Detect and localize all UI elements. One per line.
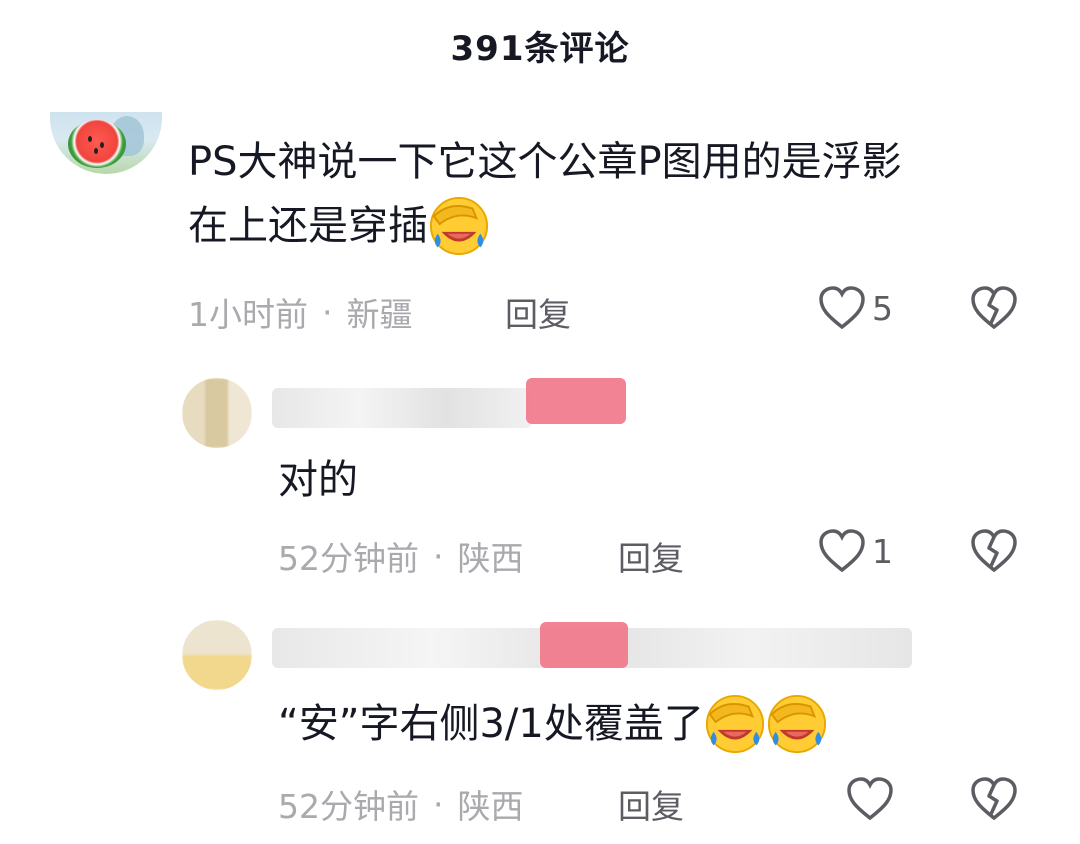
like-count: 5 <box>872 288 893 328</box>
avatar[interactable] <box>182 620 252 690</box>
comment-meta: 52分钟前 · 陕西 <box>278 780 524 828</box>
comment-count-title: 391条评论 <box>450 28 630 69</box>
reply-button[interactable]: 回复 <box>618 532 684 580</box>
user-badge <box>526 378 626 424</box>
meta-separator: · <box>322 292 333 332</box>
like-count: 1 <box>872 531 893 571</box>
broken-heart-icon <box>971 777 1017 821</box>
broken-heart-icon <box>971 286 1017 330</box>
broken-heart-icon <box>971 529 1017 573</box>
comment-text: “安”字右侧3/1处覆盖了 <box>278 692 828 756</box>
comment-location: 陕西 <box>457 787 524 826</box>
user-badge <box>540 622 628 668</box>
comment-meta: 1小时前 · 新疆 <box>188 288 413 336</box>
comments-header: 391条评论 <box>0 0 1080 90</box>
avatar[interactable] <box>182 378 252 448</box>
comment-time: 52分钟前 <box>278 787 419 826</box>
meta-separator: · <box>433 784 444 824</box>
like-button[interactable]: 1 <box>818 528 893 574</box>
like-button[interactable] <box>846 776 894 822</box>
comment-time: 1小时前 <box>188 295 308 334</box>
heart-outline-icon <box>847 777 893 821</box>
facepalm-laugh-emoji <box>705 694 764 754</box>
like-button[interactable]: 5 <box>818 285 893 331</box>
facepalm-laugh-emoji <box>429 196 489 256</box>
reply-button[interactable]: 回复 <box>618 780 684 828</box>
reply-button[interactable]: 回复 <box>505 288 571 336</box>
dislike-button[interactable] <box>970 285 1018 335</box>
avatar[interactable] <box>50 112 162 174</box>
dislike-button[interactable] <box>970 528 1018 578</box>
comment-text: PS大神说一下它这个公章P图用的是浮影 在上还是穿插 <box>188 130 902 258</box>
dislike-button[interactable] <box>970 776 1018 826</box>
comment-time: 52分钟前 <box>278 539 419 578</box>
comment-location: 陕西 <box>457 539 524 578</box>
heart-outline-icon <box>819 286 865 330</box>
comment-text-line: PS大神说一下它这个公章P图用的是浮影 <box>188 139 902 185</box>
meta-separator: · <box>433 536 444 576</box>
facepalm-laugh-emoji <box>767 694 826 754</box>
comment-text-line: “安”字右侧3/1处覆盖了 <box>278 701 704 747</box>
comment-location: 新疆 <box>346 295 413 334</box>
comment-meta: 52分钟前 · 陕西 <box>278 532 524 580</box>
comment-text: 对的 <box>278 457 358 503</box>
username-blurred[interactable] <box>272 388 532 428</box>
heart-outline-icon <box>819 529 865 573</box>
comment-text-line: 在上还是穿插 <box>188 203 428 249</box>
watermelon-graphic <box>68 120 126 168</box>
